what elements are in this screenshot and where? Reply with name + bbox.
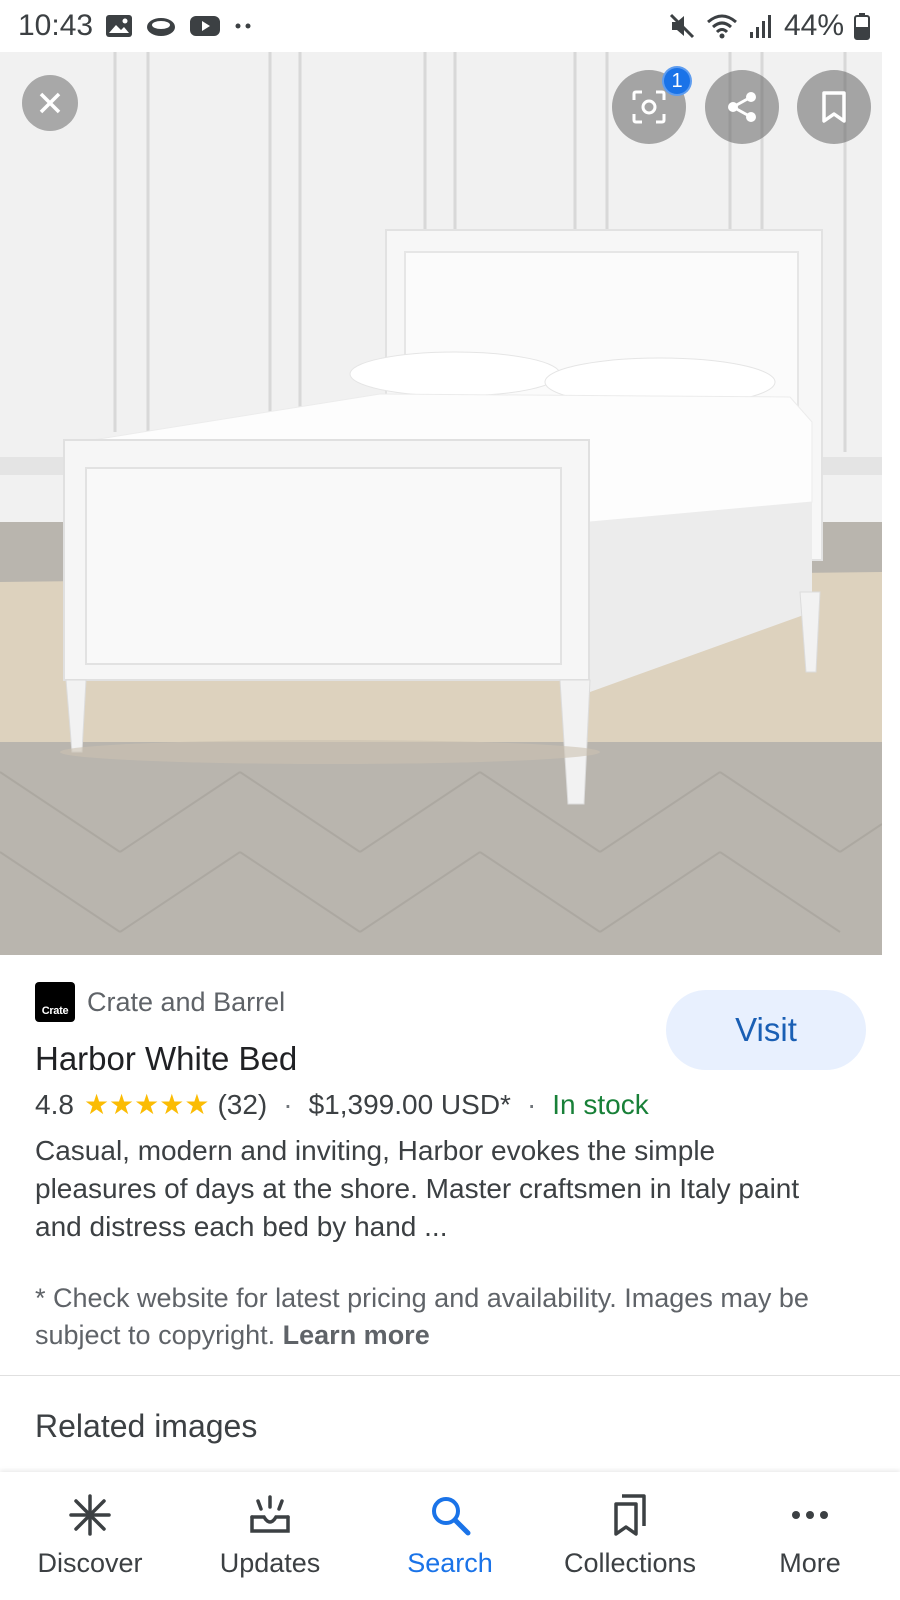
nav-updates[interactable]: Updates xyxy=(180,1472,360,1600)
updates-icon xyxy=(246,1490,294,1540)
collections-icon xyxy=(610,1490,650,1540)
visit-button[interactable]: Visit xyxy=(666,990,866,1070)
asterisk-icon xyxy=(68,1490,112,1540)
nav-label: Search xyxy=(407,1548,493,1578)
more-icon xyxy=(790,1490,830,1540)
product-image[interactable] xyxy=(0,52,882,955)
nav-label: More xyxy=(779,1548,841,1578)
cloud-icon xyxy=(145,14,177,38)
review-count: (32) xyxy=(217,1088,268,1120)
gallery-icon xyxy=(105,14,133,38)
share-icon xyxy=(728,92,756,122)
product-title[interactable]: Harbor White Bed xyxy=(35,1040,297,1078)
rating-value: 4.8 xyxy=(35,1088,74,1120)
wifi-icon xyxy=(706,12,738,40)
bookmark-button[interactable] xyxy=(797,70,871,144)
price: $1,399.00 USD* xyxy=(308,1088,511,1120)
lens-icon xyxy=(632,90,666,124)
nav-label: Collections xyxy=(563,1548,697,1578)
youtube-icon xyxy=(189,14,221,38)
disclaimer: * Check website for latest pricing and a… xyxy=(35,1280,855,1354)
close-icon xyxy=(39,92,61,114)
source-row[interactable]: Crate Crate and Barrel xyxy=(35,982,285,1022)
nav-discover[interactable]: Discover xyxy=(0,1472,180,1600)
battery-percent: 44% xyxy=(783,9,844,42)
bookmark-icon xyxy=(822,91,846,123)
bottom-nav: Discover Updates Search Collections More xyxy=(0,1472,900,1600)
nav-label: Updates xyxy=(219,1548,321,1578)
status-time: 10:43 xyxy=(18,9,94,42)
lens-badge: 1 xyxy=(662,66,692,96)
nav-label: Discover xyxy=(37,1548,143,1578)
close-button[interactable] xyxy=(22,75,78,131)
divider xyxy=(0,1375,900,1376)
nav-more[interactable]: More xyxy=(720,1472,900,1600)
nav-collections[interactable]: Collections xyxy=(540,1472,720,1600)
more-dots-icon xyxy=(233,21,253,31)
learn-more-link[interactable]: Learn more xyxy=(283,1320,430,1350)
status-bar: 10:43 44% xyxy=(0,0,900,52)
battery-icon xyxy=(854,12,870,40)
rating-stars: ★★★★★ xyxy=(83,1089,210,1120)
availability-status: In stock xyxy=(552,1088,649,1120)
share-button[interactable] xyxy=(705,70,779,144)
separator-dot: · xyxy=(283,1088,293,1120)
mute-icon xyxy=(668,12,696,40)
product-description: Casual, modern and inviting, Harbor evok… xyxy=(35,1135,800,1242)
product-meta: 4.8 ★★★★★ (32) · $1,399.00 USD* · In sto… xyxy=(35,1088,649,1121)
signal-icon xyxy=(748,12,774,40)
separator-dot: · xyxy=(526,1088,537,1120)
source-logo: Crate xyxy=(35,982,75,1022)
source-name: Crate and Barrel xyxy=(87,986,286,1017)
search-icon xyxy=(428,1490,472,1540)
nav-search[interactable]: Search xyxy=(360,1472,540,1600)
related-images-heading: Related images xyxy=(35,1408,258,1444)
